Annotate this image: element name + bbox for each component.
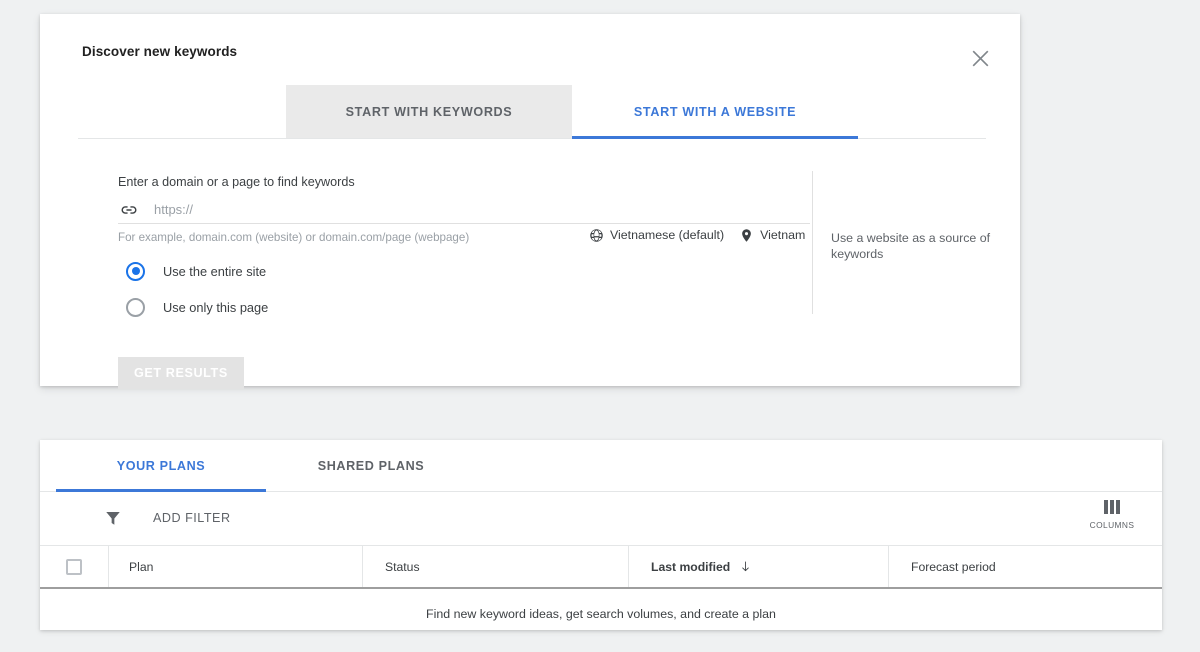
- radio-label-entire-site: Use the entire site: [163, 264, 266, 279]
- globe-icon: [588, 227, 604, 243]
- funnel-icon[interactable]: [103, 508, 123, 528]
- site-scope-radio-group: Use the entire site Use only this page: [126, 253, 268, 325]
- tab-start-with-keywords[interactable]: Start with keywords: [286, 85, 572, 138]
- select-all-checkbox[interactable]: [66, 559, 82, 575]
- vertical-divider: [812, 171, 813, 314]
- dialog-header: Discover new keywords: [40, 14, 1020, 76]
- app-root: Discover new keywords Start with keyword…: [0, 0, 1200, 652]
- radio-use-only-this-page[interactable]: Use only this page: [126, 289, 268, 325]
- close-icon[interactable]: [960, 38, 1000, 78]
- add-filter-button[interactable]: Add filter: [153, 511, 231, 525]
- url-helper-text: For example, domain.com (website) or dom…: [118, 231, 469, 244]
- link-icon: [118, 199, 140, 221]
- url-input-row[interactable]: [118, 196, 810, 224]
- columns-icon: [1104, 500, 1120, 514]
- column-header-last-modified[interactable]: Last modified: [628, 546, 888, 587]
- location-selector[interactable]: Vietnam: [738, 227, 805, 243]
- domain-or-page-input[interactable]: [154, 202, 714, 217]
- location-label: Vietnam: [760, 228, 805, 242]
- side-note-text: Use a website as a source of keywords: [831, 230, 1001, 262]
- tab-start-with-a-website[interactable]: Start with a website: [572, 85, 858, 138]
- radio-label-only-page: Use only this page: [163, 300, 268, 315]
- column-header-last-modified-label: Last modified: [651, 560, 730, 574]
- location-pin-icon: [738, 227, 754, 243]
- column-header-plan-label: Plan: [129, 560, 153, 574]
- columns-button[interactable]: COLUMNS: [1080, 500, 1144, 530]
- radio-indicator-only-page[interactable]: [126, 298, 145, 317]
- dialog-body: Enter a domain or a page to find keyword…: [40, 139, 1020, 386]
- select-all-checkbox-cell[interactable]: [40, 546, 108, 587]
- radio-indicator-entire-site[interactable]: [126, 262, 145, 281]
- arrow-down-icon: [739, 560, 752, 573]
- language-location-selectors: Vietnamese (default) Vietnam: [588, 227, 805, 243]
- column-header-forecast-period-label: Forecast period: [911, 560, 996, 574]
- language-label: Vietnamese (default): [610, 228, 724, 242]
- radio-use-entire-site[interactable]: Use the entire site: [126, 253, 268, 289]
- get-results-button[interactable]: Get results: [118, 357, 244, 389]
- plans-tabs: Your plans Shared plans: [40, 440, 1162, 492]
- filter-toolbar: Add filter COLUMNS: [40, 492, 1162, 546]
- tab-shared-plans[interactable]: Shared plans: [278, 440, 464, 491]
- url-field-label: Enter a domain or a page to find keyword…: [118, 175, 355, 189]
- language-selector[interactable]: Vietnamese (default): [588, 227, 724, 243]
- column-header-status[interactable]: Status: [362, 546, 628, 587]
- dialog-tabs: Start with keywords Start with a website: [78, 85, 986, 139]
- discover-new-keywords-dialog: Discover new keywords Start with keyword…: [40, 14, 1020, 386]
- table-empty-state: Find new keyword ideas, get search volum…: [40, 589, 1162, 638]
- column-header-forecast-period[interactable]: Forecast period: [888, 546, 1162, 587]
- column-header-status-label: Status: [385, 560, 420, 574]
- columns-button-label: COLUMNS: [1090, 520, 1135, 530]
- column-header-plan[interactable]: Plan: [108, 546, 362, 587]
- table-header-row: Plan Status Last modified Forecast perio…: [40, 546, 1162, 589]
- tab-your-plans[interactable]: Your plans: [56, 440, 266, 491]
- plans-card: Your plans Shared plans Add filter COLUM…: [40, 440, 1162, 630]
- dialog-title: Discover new keywords: [82, 44, 237, 59]
